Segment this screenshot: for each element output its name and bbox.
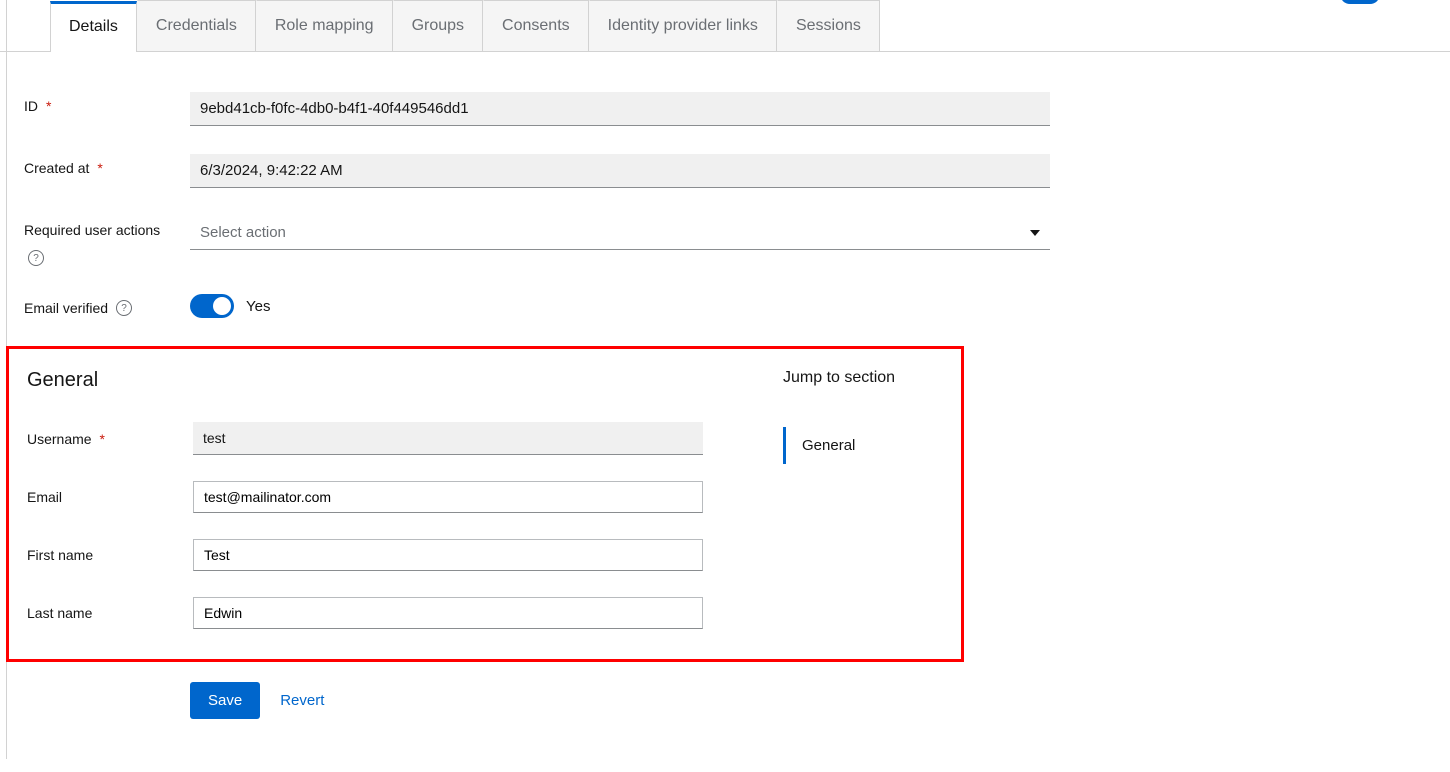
label-email: Email bbox=[27, 489, 193, 505]
field-id: 9ebd41cb-f0fc-4db0-b4f1-40f449546dd1 bbox=[190, 92, 1050, 126]
help-icon[interactable]: ? bbox=[28, 250, 44, 266]
email-field[interactable] bbox=[193, 481, 703, 513]
field-username: test bbox=[193, 422, 703, 455]
label-email-verified-text: Email verified bbox=[24, 300, 108, 316]
label-last-name: Last name bbox=[27, 605, 193, 621]
tab-sessions[interactable]: Sessions bbox=[777, 0, 880, 51]
label-username-text: Username bbox=[27, 431, 92, 447]
label-username: Username * bbox=[27, 431, 193, 447]
section-title-general: General bbox=[27, 369, 743, 392]
tab-groups[interactable]: Groups bbox=[393, 0, 483, 51]
row-created-at: Created at * 6/3/2024, 9:42:22 AM bbox=[24, 154, 1450, 188]
revert-button[interactable]: Revert bbox=[280, 692, 324, 709]
row-required-actions: Required user actions ? Select action bbox=[24, 216, 1450, 266]
label-required-actions: Required user actions ? bbox=[24, 216, 190, 266]
tab-details[interactable]: Details bbox=[50, 1, 137, 52]
general-section: General Username * test Email First name… bbox=[27, 369, 743, 629]
row-username: Username * test bbox=[27, 422, 743, 455]
save-button[interactable]: Save bbox=[190, 682, 260, 719]
tab-identity-provider-links[interactable]: Identity provider links bbox=[589, 0, 777, 51]
help-icon[interactable]: ? bbox=[116, 300, 132, 316]
field-created-at: 6/3/2024, 9:42:22 AM bbox=[190, 154, 1050, 188]
jump-to-section: Jump to section General bbox=[743, 369, 943, 629]
tab-role-mapping[interactable]: Role mapping bbox=[256, 0, 393, 51]
tab-credentials[interactable]: Credentials bbox=[137, 0, 256, 51]
label-created-at-text: Created at bbox=[24, 160, 89, 176]
required-marker: * bbox=[46, 98, 51, 114]
row-first-name: First name bbox=[27, 539, 743, 571]
label-id: ID * bbox=[24, 92, 190, 114]
jump-link-general[interactable]: General bbox=[783, 427, 943, 464]
toggle-email-verified-wrap: Yes bbox=[190, 294, 270, 318]
row-email: Email bbox=[27, 481, 743, 513]
caret-down-icon bbox=[1030, 230, 1040, 236]
required-marker: * bbox=[99, 431, 104, 447]
label-required-actions-text: Required user actions bbox=[24, 222, 160, 238]
tab-consents[interactable]: Consents bbox=[483, 0, 589, 51]
row-id: ID * 9ebd41cb-f0fc-4db0-b4f1-40f449546dd… bbox=[24, 92, 1450, 126]
last-name-field[interactable] bbox=[193, 597, 703, 629]
label-id-text: ID bbox=[24, 98, 38, 114]
form-content: ID * 9ebd41cb-f0fc-4db0-b4f1-40f449546dd… bbox=[0, 52, 1450, 318]
jump-title: Jump to section bbox=[783, 369, 943, 387]
label-email-verified: Email verified ? bbox=[24, 294, 190, 316]
toggle-email-verified[interactable] bbox=[190, 294, 234, 318]
required-marker: * bbox=[97, 160, 102, 176]
form-actions: Save Revert bbox=[0, 682, 1450, 719]
label-first-name: First name bbox=[27, 547, 193, 563]
row-email-verified: Email verified ? Yes bbox=[24, 294, 1450, 318]
toggle-email-verified-value: Yes bbox=[246, 298, 270, 315]
select-required-actions[interactable]: Select action bbox=[190, 216, 1050, 250]
select-placeholder: Select action bbox=[200, 224, 286, 241]
toggle-knob bbox=[213, 297, 231, 315]
general-section-highlight: General Username * test Email First name… bbox=[6, 346, 964, 662]
tabs: Details Credentials Role mapping Groups … bbox=[50, 0, 1450, 51]
row-last-name: Last name bbox=[27, 597, 743, 629]
tabs-container: Details Credentials Role mapping Groups … bbox=[0, 0, 1450, 52]
first-name-field[interactable] bbox=[193, 539, 703, 571]
label-created-at: Created at * bbox=[24, 154, 190, 176]
